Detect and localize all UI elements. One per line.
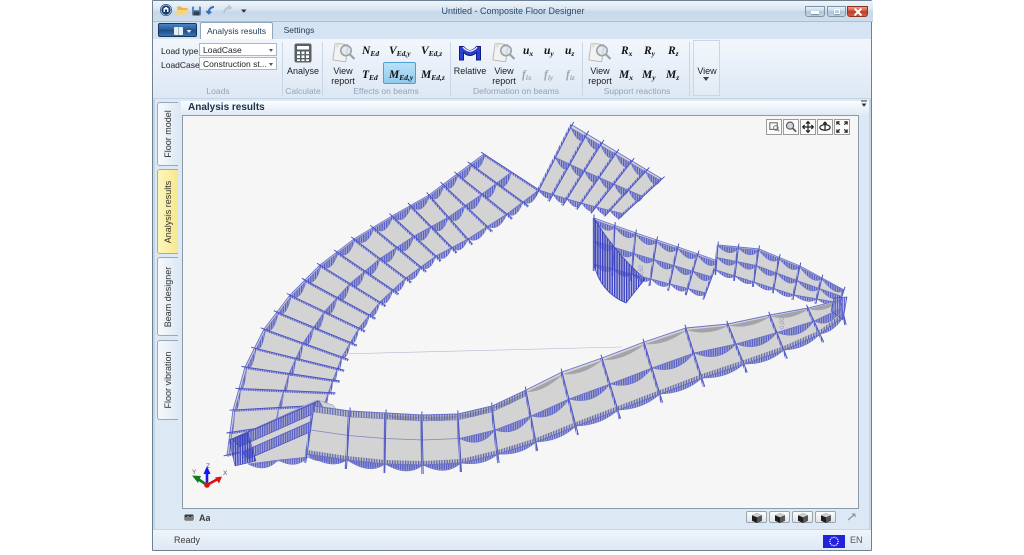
svg-text:Z: Z: [206, 463, 210, 470]
svg-text:50,62: 50,62: [639, 264, 645, 280]
svg-text:X: X: [223, 470, 228, 477]
svg-text:Y: Y: [192, 469, 197, 476]
svg-text:Aa: Aa: [199, 513, 210, 522]
svg-text:0,00: 0,00: [780, 317, 786, 329]
